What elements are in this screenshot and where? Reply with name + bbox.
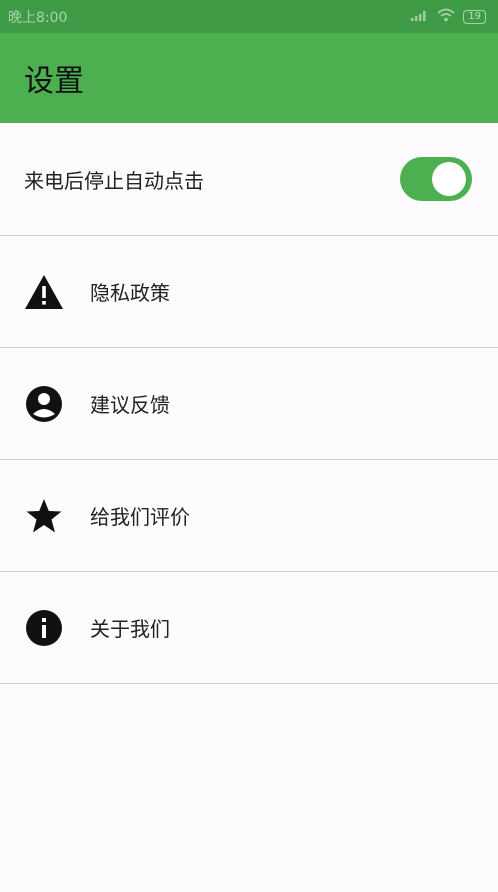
feedback-row[interactable]: 建议反馈: [0, 348, 498, 460]
app-bar: 设置: [0, 33, 498, 123]
status-bar: 晚上8:00 19: [0, 0, 498, 33]
feedback-label: 建议反馈: [90, 393, 170, 417]
page-title: 设置: [24, 64, 84, 99]
about-us-label: 关于我们: [90, 617, 170, 641]
wifi-icon: [437, 8, 455, 26]
privacy-policy-row[interactable]: 隐私政策: [0, 236, 498, 348]
auto-click-setting-row[interactable]: 来电后停止自动点击: [0, 123, 498, 236]
toggle-knob: [432, 162, 466, 196]
warning-icon: [24, 272, 64, 312]
auto-click-toggle[interactable]: [400, 157, 472, 201]
signal-icon: [411, 9, 429, 25]
account-circle-icon: [24, 384, 64, 424]
info-icon: [24, 608, 64, 648]
battery-indicator: 19: [463, 9, 486, 24]
privacy-policy-label: 隐私政策: [90, 281, 170, 305]
status-time: 晚上8:00: [8, 9, 68, 26]
rate-us-row[interactable]: 给我们评价: [0, 460, 498, 572]
status-icons: 19: [411, 8, 486, 26]
about-us-row[interactable]: 关于我们: [0, 572, 498, 684]
rate-us-label: 给我们评价: [90, 505, 190, 529]
star-icon: [24, 496, 64, 536]
auto-click-label: 来电后停止自动点击: [24, 168, 204, 193]
